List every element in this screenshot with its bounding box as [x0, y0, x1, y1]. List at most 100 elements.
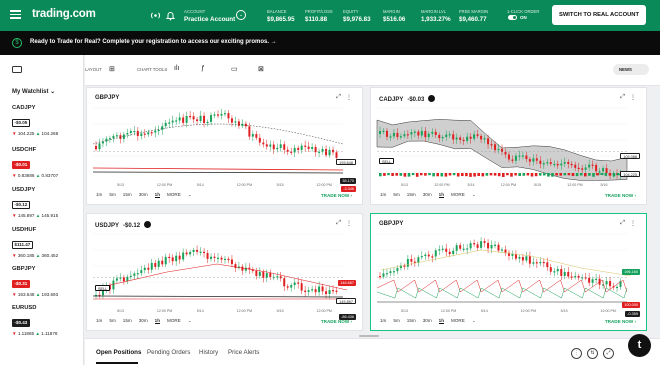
- timeframe-5m[interactable]: 5m: [109, 192, 115, 197]
- date-tick: 12:00 PM: [157, 183, 172, 187]
- watchlist-item[interactable]: USDJPY -$0.12 ▼ 145.897 ▲ 145.915: [12, 187, 72, 218]
- drawing-tools-icon[interactable]: ▭: [231, 65, 238, 73]
- timeframe-1h[interactable]: 1h: [154, 318, 161, 324]
- expand-icon[interactable]: ⤢: [603, 348, 614, 359]
- switch-to-real-button[interactable]: SWITCH TO REAL ACCOUNT: [552, 5, 646, 25]
- timeframe-15m[interactable]: 15m: [123, 318, 132, 323]
- volume-bar: [383, 173, 386, 176]
- timeframe-5m[interactable]: 5m: [393, 192, 399, 197]
- trade-now-link[interactable]: TRADE NOW ›: [605, 193, 636, 198]
- price-chart[interactable]: 5/13 12:00 PM 5/14 12:00 PM 5/15 12:00 PM 5/16: [371, 102, 636, 188]
- watchlist-item[interactable]: USDCHF -$0.01 ▼ 0.83686 ▲ 0.83707: [12, 147, 72, 178]
- more-vertical-icon[interactable]: ⋮: [346, 220, 352, 227]
- menu-icon[interactable]: [10, 10, 21, 19]
- watchlist-item[interactable]: EURUSD -$0.43 ▼ 1.11865 ▲ 1.11878: [12, 305, 72, 336]
- chevron-down-icon[interactable]: ⌄: [236, 10, 246, 20]
- one-click-toggle[interactable]: [508, 15, 517, 20]
- chevron-down-icon[interactable]: ⌄: [472, 318, 476, 323]
- timeframe-15m[interactable]: 15m: [407, 318, 416, 323]
- chart-panel-usdjpy[interactable]: USDJPY -$0.12 ⤢ ⋮ 5/13 12:00 PM 5/14 12:00 PM 5/…: [86, 213, 363, 331]
- more-vertical-icon[interactable]: ⋮: [571, 348, 582, 359]
- timeframe-15m[interactable]: 15m: [407, 192, 416, 197]
- close-position-icon[interactable]: [144, 221, 152, 228]
- close-position-icon[interactable]: [428, 95, 436, 102]
- candle: [553, 163, 556, 166]
- expand-icon[interactable]: ⤢: [620, 220, 625, 227]
- resize-handle[interactable]: [359, 335, 379, 337]
- timeframe-1m[interactable]: 1m: [380, 192, 386, 197]
- watchlist-title[interactable]: My Watchlist ⌄: [12, 88, 55, 95]
- tab-price-alerts[interactable]: Price Alerts: [228, 349, 259, 356]
- layout-grid-icon[interactable]: ⊞: [109, 65, 115, 73]
- candle: [497, 148, 500, 151]
- volume-bar: [379, 173, 382, 177]
- watchlist-change-badge: -$0.43: [12, 318, 30, 327]
- more-vertical-icon[interactable]: ⋮: [346, 94, 352, 101]
- timeframe-30m[interactable]: 30m: [423, 318, 432, 323]
- price-chart[interactable]: 5/13 12:00 PM 5/14 12:00 PM 5/15 12:00 PM: [371, 228, 636, 314]
- promo-banner[interactable]: $ Ready to Trade for Real? Complete your…: [0, 31, 660, 55]
- chevron-down-icon[interactable]: ⌄: [188, 192, 192, 197]
- expand-icon[interactable]: ⤢: [336, 94, 341, 101]
- price-chart[interactable]: 5/13 12:00 PM 5/14 12:00 PM 5/15 12:00 PM: [87, 102, 352, 188]
- price-chart[interactable]: 5/13 12:00 PM 5/14 12:00 PM 5/15 12:00 PM: [87, 228, 352, 314]
- trade-now-link[interactable]: TRADE NOW ›: [321, 319, 352, 324]
- timeframe-5m[interactable]: 5m: [109, 318, 115, 323]
- chevron-down-icon[interactable]: ⌄: [472, 192, 476, 197]
- timeframe-1h[interactable]: 1h: [154, 192, 161, 198]
- chart-panel-gbpjpy[interactable]: GBPJPY ⤢ ⋮ 5/13 12:00 PM 5/14 12:00 PM 5/15 12:0…: [86, 87, 363, 205]
- chart-panel-cadjpy[interactable]: CADJPY -$0.03 ⤢ ⋮ 5/13 12:00 PM 5/14 12:00 PM 5/…: [370, 87, 647, 205]
- timeframe-30m[interactable]: 30m: [139, 192, 148, 197]
- candle: [164, 122, 167, 127]
- news-button[interactable]: NEWS: [613, 64, 649, 75]
- timeframe-1m[interactable]: 1m: [96, 318, 102, 323]
- candle: [514, 155, 517, 161]
- collapse-sidebar-icon[interactable]: [12, 66, 22, 73]
- timeframe-15m[interactable]: 15m: [123, 192, 132, 197]
- tab-history[interactable]: History: [199, 349, 218, 356]
- candle: [595, 278, 598, 280]
- candle: [382, 273, 385, 277]
- sort-icon[interactable]: ⇅: [587, 348, 598, 359]
- more-vertical-icon[interactable]: ⋮: [630, 94, 636, 101]
- timeframe-30m[interactable]: 30m: [423, 192, 432, 197]
- sell-order-tag[interactable]: SELL: [95, 285, 111, 291]
- watchlist-item[interactable]: USDHUF $111.47 ▼ 360.185 ▲ 360.452: [12, 227, 72, 258]
- indicators-icon[interactable]: ƒ: [201, 65, 205, 72]
- timeframe-30m[interactable]: 30m: [139, 318, 148, 323]
- expand-icon[interactable]: ⤢: [620, 94, 625, 101]
- chart-panel-gbpjpy[interactable]: GBPJPY ⤢ ⋮ 5/13 12:00 PM 5/14 12:00 PM 5/15 12:0…: [370, 213, 647, 331]
- watchlist-change-badge: -$0.01: [12, 160, 30, 169]
- expand-icon[interactable]: ⤢: [336, 220, 341, 227]
- candle: [269, 273, 272, 277]
- bell-icon[interactable]: [165, 10, 176, 21]
- chart-type-icon[interactable]: ılı: [174, 65, 179, 72]
- candle: [445, 134, 448, 137]
- tab-open-positions[interactable]: Open Positions: [96, 349, 141, 356]
- watchlist-item[interactable]: GBPJPY -$0.31 ▼ 193.648 ▲ 193.693: [12, 266, 72, 297]
- chart-title: GBPJPY: [95, 95, 120, 101]
- broadcast-icon[interactable]: [150, 10, 161, 21]
- one-click-state: ON: [520, 15, 527, 20]
- timeframe-more[interactable]: MORE: [451, 192, 465, 197]
- crosshair-icon[interactable]: ⊠: [258, 65, 264, 73]
- ask-price: 1.11878: [41, 331, 58, 336]
- candle: [220, 113, 223, 116]
- timeframe-1m[interactable]: 1m: [96, 192, 102, 197]
- timeframe-1h[interactable]: 1h: [438, 318, 445, 324]
- chevron-down-icon[interactable]: ⌄: [188, 318, 192, 323]
- watchlist-item[interactable]: CADJPY -$0.05 ▼ 104.225 ▲ 104.268: [12, 105, 72, 136]
- tab-pending-orders[interactable]: Pending Orders: [147, 349, 190, 356]
- timeframe-5m[interactable]: 5m: [393, 318, 399, 323]
- timeframe-more[interactable]: MORE: [167, 318, 181, 323]
- trade-now-link[interactable]: TRADE NOW ›: [321, 193, 352, 198]
- more-vertical-icon[interactable]: ⋮: [630, 220, 636, 227]
- timeframe-more[interactable]: MORE: [451, 318, 465, 323]
- timeframe-more[interactable]: MORE: [167, 192, 181, 197]
- candle: [469, 243, 472, 249]
- support-chat-button[interactable]: t: [628, 334, 651, 357]
- trade-now-link[interactable]: TRADE NOW ›: [605, 319, 636, 324]
- timeframe-1h[interactable]: 1h: [438, 192, 445, 198]
- sell-order-tag[interactable]: SELL: [379, 158, 395, 164]
- timeframe-1m[interactable]: 1m: [380, 318, 386, 323]
